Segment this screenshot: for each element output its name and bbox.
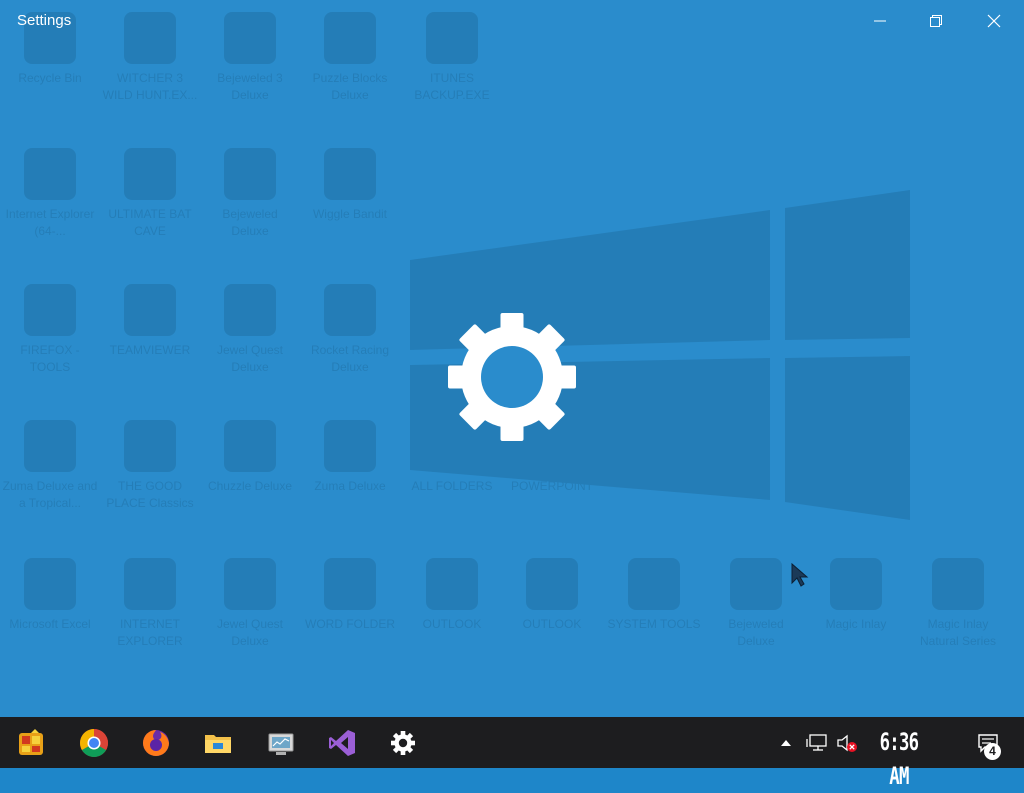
desktop-ghost-icon: ULTIMATE BAT CAVE [100, 140, 200, 250]
visual-studio-icon [329, 729, 355, 756]
settings-icon [391, 730, 415, 755]
desktop-ghost-icon: Jewel Quest Deluxe [200, 276, 300, 386]
desktop-ghost-icon: OUTLOOK [502, 550, 602, 660]
taskbar-settings[interactable] [378, 717, 428, 768]
desktop-ghost-icon: Zuma Deluxe and a Tropical... [0, 412, 100, 522]
minimize-button[interactable] [852, 0, 908, 42]
desktop-ghost-icon: Rocket Racing Deluxe [300, 276, 400, 386]
taskbar-remote-desktop[interactable] [255, 717, 305, 768]
desktop-ghost-icon: INTERNET EXPLORER [100, 550, 200, 660]
desktop-ghost-icon: OUTLOOK [402, 550, 502, 660]
minimize-icon [874, 20, 886, 22]
network-icon [806, 733, 827, 751]
close-button[interactable] [966, 0, 1022, 42]
taskbar-clock[interactable]: 6:36 AM [868, 725, 930, 790]
desktop-ghost-icon: FIREFOX - TOOLS [0, 276, 100, 386]
taskbar-chrome[interactable] [69, 717, 119, 768]
desktop-ghost-icon: Jewel Quest Deluxe [200, 550, 300, 660]
desktop-ghost-icon: Internet Explorer (64-... [0, 140, 100, 250]
desktop-ghost-icon: Bejeweled Deluxe [200, 140, 300, 250]
desktop-ghost-icon: WORD FOLDER [300, 550, 400, 660]
taskbar-puzzle-app[interactable] [6, 717, 56, 768]
puzzle-app-icon [19, 728, 43, 755]
taskbar-firefox[interactable] [131, 717, 181, 768]
gear-icon [448, 313, 576, 441]
restore-button[interactable] [908, 0, 964, 42]
firefox-icon [143, 729, 169, 756]
chrome-icon [80, 728, 108, 757]
desktop-ghost-icon: SYSTEM TOOLS [604, 550, 704, 660]
desktop-ghost-icon: THE GOOD PLACE Classics [100, 412, 200, 522]
restore-icon [930, 15, 942, 27]
tray-volume[interactable] [834, 717, 860, 768]
taskbar-visual-studio[interactable] [317, 717, 367, 768]
desktop-ghost-icon: Magic Inlay Natural Series [908, 550, 1008, 660]
tray-overflow-button[interactable] [776, 717, 796, 768]
notification-count-badge: 4 [984, 743, 1001, 760]
mouse-cursor-icon [791, 562, 809, 587]
window-titlebar[interactable]: Settings [0, 0, 1024, 42]
desktop-ghost-icon: TEAMVIEWER [100, 276, 200, 386]
window-title: Settings [17, 12, 72, 29]
settings-splash-window: Recycle Bin WITCHER 3 WILD HUNT.EX... Be… [0, 0, 1024, 717]
action-center-button[interactable] [968, 717, 1008, 768]
desktop-ghost-icon: Zuma Deluxe [300, 412, 400, 522]
file-explorer-icon [205, 734, 231, 753]
desktop-ghost-icon: Microsoft Excel [0, 550, 100, 660]
taskbar-file-explorer[interactable] [193, 717, 243, 768]
taskbar: 6:36 AM [0, 717, 1024, 790]
desktop-ghost-icon: Chuzzle Deluxe [200, 412, 300, 522]
chevron-up-icon [781, 739, 791, 746]
tray-network[interactable] [802, 717, 832, 768]
desktop-ghost-icon: Wiggle Bandit [300, 140, 400, 250]
remote-desktop-icon [268, 733, 294, 755]
desktop-ghost-icon: Magic Inlay [806, 550, 906, 660]
volume-muted-icon [837, 734, 857, 752]
close-icon [987, 14, 1001, 28]
